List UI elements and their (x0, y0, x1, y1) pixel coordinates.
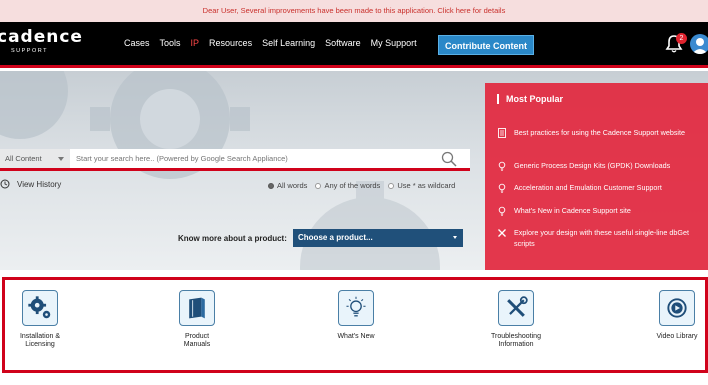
gears-glyph (28, 296, 51, 319)
wrench-screwdriver-glyph (507, 296, 528, 317)
option-all-words-label: All words (277, 181, 308, 190)
most-popular-panel: Most Popular Best practices for using th… (485, 83, 708, 270)
wrench-screwdriver-icon (498, 290, 534, 326)
radio-all-words[interactable] (268, 182, 274, 189)
logo-brand: cadence (0, 27, 83, 47)
notice-details-link[interactable]: Click here for details (437, 6, 505, 15)
site-header: cadence SUPPORT Cases Tools IP Resources… (0, 22, 708, 68)
search-options: All words Any of the words Use * as wild… (268, 181, 463, 190)
quick-link-label: Video Library (656, 333, 698, 340)
product-select-value: Choose a product... (298, 233, 373, 242)
option-any-words-label: Any of the words (324, 181, 381, 190)
nav-resources[interactable]: Resources (209, 38, 252, 48)
nav-cases[interactable]: Cases (124, 38, 150, 48)
popular-item-text: Best practices for using the Cadence Sup… (514, 128, 685, 137)
view-history-label: View History (17, 179, 62, 189)
quick-link-line2: Licensing (25, 341, 55, 348)
popular-item-text: Explore your design with these useful si… (514, 228, 689, 248)
quick-link-label: What's New (337, 333, 375, 340)
most-popular-title: Most Popular (497, 94, 563, 104)
lightbulb-icon (498, 183, 506, 193)
logo-sub: SUPPORT (11, 48, 48, 54)
quick-link-whats-new[interactable]: What's New (316, 290, 396, 341)
book-icon (179, 290, 215, 326)
main-nav: Cases Tools IP Resources Self Learning S… (124, 38, 427, 48)
popular-item-text: Acceleration and Emulation Customer Supp… (514, 183, 662, 192)
contribute-content-button[interactable]: Contribute Content (438, 35, 534, 55)
quick-link-troubleshooting[interactable]: Troubleshooting Information (476, 290, 556, 349)
chevron-down-icon (453, 236, 457, 239)
nav-my-support[interactable]: My Support (371, 38, 417, 48)
popular-item[interactable]: Generic Process Design Kits (GPDK) Downl… (497, 160, 702, 171)
quick-link-line2: Manuals (183, 341, 211, 348)
product-label: Know more about a product: (178, 234, 287, 243)
nav-self-learning[interactable]: Self Learning (262, 38, 315, 48)
option-all-words[interactable]: All words (268, 181, 307, 190)
quick-link-video-library[interactable]: Video Library (637, 290, 708, 341)
document-icon (498, 128, 506, 138)
lightbulb-glyph (346, 296, 366, 317)
option-wildcard[interactable]: Use * as wildcard (388, 181, 455, 190)
popular-item[interactable]: Acceleration and Emulation Customer Supp… (497, 182, 702, 193)
lightbulb-icon (498, 161, 506, 171)
nav-software[interactable]: Software (325, 38, 361, 48)
nav-tools[interactable]: Tools (160, 38, 181, 48)
quick-link-line2: Information (498, 341, 534, 348)
quick-link-label: Troubleshooting Information (476, 333, 556, 349)
play-glyph (667, 298, 687, 318)
gears-icon (22, 290, 58, 326)
chevron-down-icon (58, 157, 64, 161)
popular-item[interactable]: Explore your design with these useful si… (497, 227, 702, 249)
lightbulb-icon (498, 206, 506, 216)
quick-link-label: Installation & Licensing (0, 333, 80, 349)
book-glyph (189, 297, 205, 319)
quick-link-line1: Installation & (19, 333, 61, 340)
cadence-logo[interactable]: cadence SUPPORT (0, 27, 83, 54)
search-icon[interactable] (440, 150, 458, 168)
user-icon (692, 38, 708, 54)
notification-badge: 2 (676, 33, 687, 44)
popular-item-text: Generic Process Design Kits (GPDK) Downl… (514, 161, 671, 170)
quick-link-line1: Product (184, 333, 210, 340)
notice-text: Dear User, Several improvements have bee… (202, 6, 438, 15)
view-history-link[interactable]: View History (0, 179, 61, 189)
search-input[interactable] (72, 149, 432, 168)
radio-wildcard[interactable] (388, 182, 395, 189)
nav-ip[interactable]: IP (191, 38, 200, 48)
play-icon (659, 290, 695, 326)
popular-item[interactable]: Best practices for using the Cadence Sup… (497, 127, 702, 138)
quick-link-label: Product Manuals (157, 333, 237, 349)
popular-item-text: What's New in Cadence Support site (514, 206, 631, 215)
radio-any-words[interactable] (315, 182, 322, 189)
popular-item[interactable]: What's New in Cadence Support site (497, 205, 702, 216)
option-wildcard-label: Use * as wildcard (397, 181, 456, 190)
notice-bar: Dear User, Several improvements have bee… (0, 0, 708, 22)
quick-link-line1: Troubleshooting (491, 333, 541, 340)
quick-link-manuals[interactable]: Product Manuals (157, 290, 237, 349)
hero-section: All Content View History All words Any o… (0, 71, 708, 270)
clock-icon (0, 179, 10, 189)
lightbulb-icon (338, 290, 374, 326)
quick-links-panel: Installation &Licensing ProductManuals (2, 277, 708, 373)
option-any-words[interactable]: Any of the words (315, 181, 380, 190)
tools-icon (498, 229, 506, 237)
search-scope-value: All Content (5, 154, 42, 163)
search-bar: All Content (0, 149, 470, 171)
avatar[interactable] (690, 34, 708, 54)
quick-link-installation[interactable]: Installation & Licensing (0, 290, 80, 349)
product-select[interactable]: Choose a product... (293, 229, 463, 247)
search-scope-select[interactable]: All Content (0, 149, 70, 168)
